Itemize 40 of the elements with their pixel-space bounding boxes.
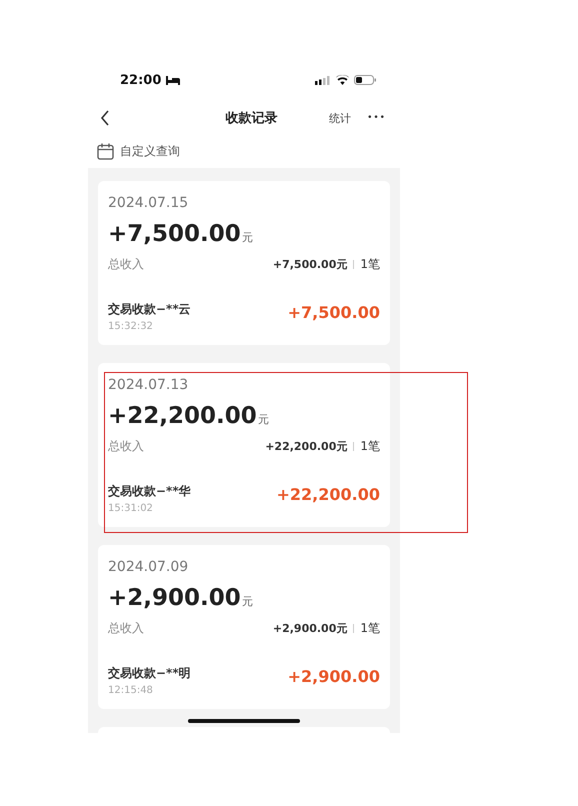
currency-unit: 元 [242,230,253,245]
record-card[interactable]: 2024.07.09 +2,900.00 元 总收入 +2,900.00元 1笔 交易收款−**明 12:15:48 +2,900.00 [98,545,390,709]
income-label: 总收入 [108,620,144,637]
income-label: 总收入 [108,256,144,273]
stats-link[interactable]: 统计 [329,110,352,126]
bed-icon [166,76,180,84]
more-button[interactable]: ••• [367,113,386,123]
record-date: 2024.07.13 [108,377,190,393]
transaction-time: 15:31:02 [108,503,154,514]
custom-query-link[interactable]: 自定义查询 [120,142,180,160]
daily-total: +22,200.00 [108,403,257,429]
income-sum: +22,200.00元 [265,439,348,454]
record-card[interactable]: 2024.07.13 +22,200.00 元 总收入 +22,200.00元 1笔 交易收款−**华 15:31:02 +22,200.00 [98,363,390,527]
page-title: 收款记录 [224,110,279,127]
income-sum: +7,500.00元 [272,257,348,272]
daily-total: +7,500.00 [108,221,241,247]
transaction-count: 1笔 [360,256,380,273]
record-date: 2024.07.15 [108,195,190,211]
transaction-name: 交易收款−**云 [108,301,191,318]
status-time: 22:00 [120,72,162,88]
signal-icon [315,76,331,84]
transaction-amount: +22,200.00 [276,485,380,504]
record-date: 2024.07.09 [108,559,190,575]
currency-unit: 元 [258,412,269,427]
transaction-name: 交易收款−**华 [108,483,191,500]
daily-total: +2,900.00 [108,585,241,611]
transaction-name: 交易收款−**明 [108,665,191,682]
transaction-count: 1笔 [360,620,380,637]
transaction-amount: +2,900.00 [288,667,380,686]
transaction-amount: +7,500.00 [288,303,380,322]
battery-icon [354,75,376,85]
currency-unit: 元 [242,594,253,609]
wifi-icon [336,75,349,85]
calendar-icon[interactable] [97,142,114,160]
income-sum: +2,900.00元 [272,621,348,636]
record-card[interactable]: 2024.07.15 +7,500.00 元 总收入 +7,500.00元 1笔 交易收款−**云 15:32:32 +7,500.00 [98,181,390,345]
transaction-time: 15:32:32 [108,321,154,332]
income-label: 总收入 [108,438,144,455]
transaction-count: 1笔 [360,438,380,455]
transaction-time: 12:15:48 [108,685,154,696]
